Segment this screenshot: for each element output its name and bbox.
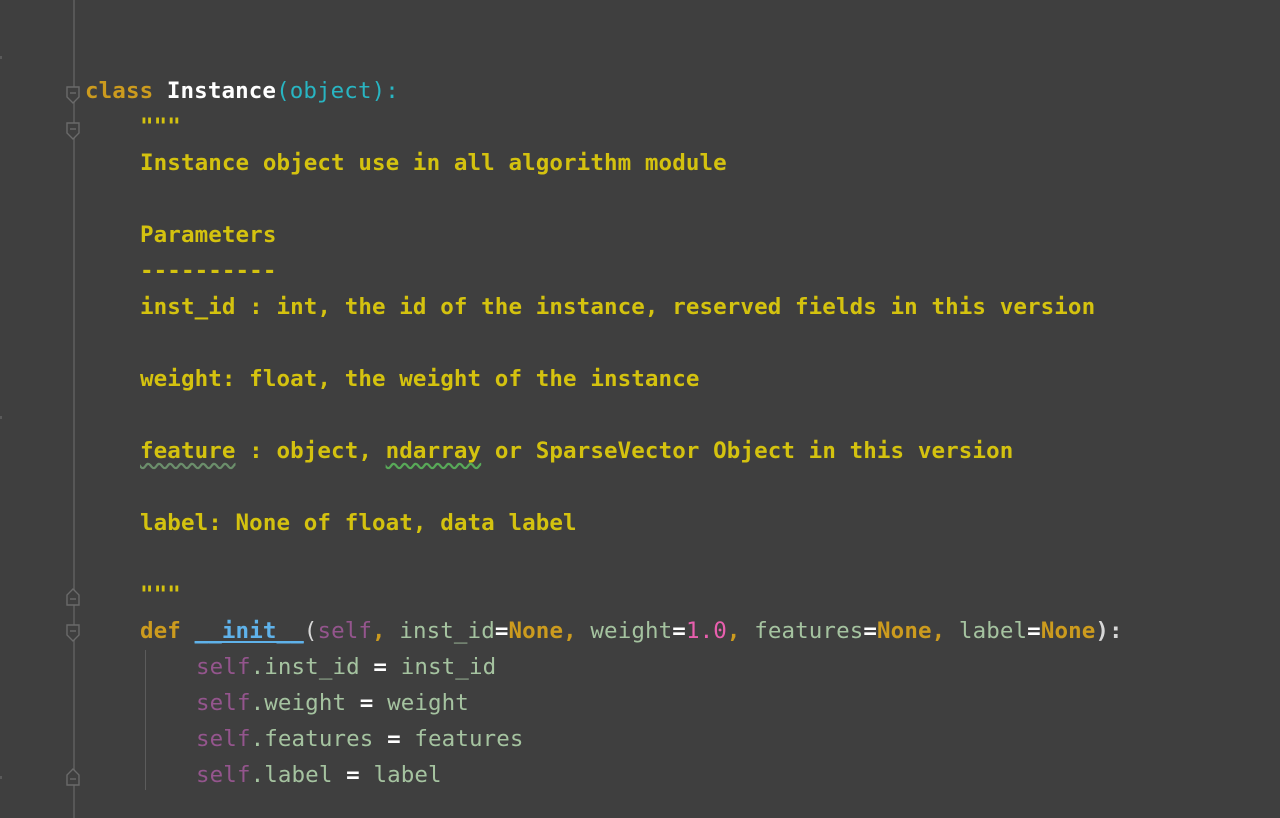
typo-ndarray: ndarray (385, 438, 482, 464)
keyword-def: def (140, 618, 181, 644)
default-none: None (877, 618, 932, 644)
base-class: object (289, 78, 372, 104)
attribute: .weight (250, 690, 347, 716)
attribute: .label (250, 762, 333, 788)
docstring-label[interactable]: label: None of float, data label (140, 505, 577, 541)
paren-close: ): (371, 78, 399, 104)
docstring-feature-rest: or SparseVector Object in this version (481, 438, 1014, 464)
docstring-close[interactable]: """ (140, 577, 181, 613)
fold-open-icon[interactable] (66, 122, 80, 140)
param-weight: weight (590, 618, 673, 644)
docstring-open[interactable]: """ (140, 109, 181, 145)
docstring-feature-mid: : object, (235, 438, 386, 464)
indent-guide (145, 650, 146, 790)
docstring-weight[interactable]: weight: float, the weight of the instanc… (140, 361, 700, 397)
docstring-params-header[interactable]: Parameters (140, 217, 276, 253)
docstring-summary[interactable]: Instance object use in all algorithm mod… (140, 145, 727, 181)
self-param: self (317, 618, 373, 644)
comma: , (726, 618, 755, 644)
code-line-def[interactable]: def __init__(self, inst_id=None, weight=… (140, 613, 1123, 649)
equals: = (494, 618, 509, 644)
paren-close: ): (1095, 618, 1123, 644)
comma: , (931, 618, 959, 644)
rhs-value: label (373, 762, 442, 788)
keyword-class: class (85, 78, 154, 104)
self-ref: self (196, 654, 251, 680)
paren-open: ( (276, 78, 290, 104)
param-label: label (958, 618, 1028, 644)
function-name: __init__ (194, 618, 304, 644)
comma: , (372, 618, 400, 644)
code-line-assign[interactable]: self.inst_id = inst_id (196, 649, 496, 685)
param-features: features (754, 618, 864, 644)
docstring-inst-id[interactable]: inst_id : int, the id of the instance, r… (140, 289, 1095, 325)
code-line-assign[interactable]: self.weight = weight (196, 685, 469, 721)
attribute: .inst_id (250, 654, 360, 680)
self-ref: self (196, 762, 251, 788)
fold-open-icon[interactable] (66, 86, 80, 104)
code-line-assign[interactable]: self.label = label (196, 757, 442, 793)
scroll-marker (0, 776, 2, 779)
fold-close-icon[interactable] (66, 588, 80, 606)
typo-feature: feature (140, 438, 236, 464)
fold-open-icon[interactable] (66, 624, 80, 642)
class-name: Instance (166, 78, 277, 104)
scroll-marker (0, 416, 2, 419)
default-none: None (508, 618, 564, 644)
self-ref: self (196, 690, 251, 716)
equals: = (1027, 618, 1041, 644)
assign-op: = (332, 762, 374, 788)
rhs-value: features (414, 726, 524, 752)
scroll-marker (0, 56, 2, 59)
assign-op: = (359, 654, 401, 680)
equals: = (863, 618, 878, 644)
assign-op: = (373, 726, 415, 752)
attribute: .features (250, 726, 374, 752)
self-ref: self (196, 726, 251, 752)
comma: , (563, 618, 591, 644)
default-number: 1.0 (685, 618, 727, 644)
equals: = (672, 618, 686, 644)
code-line-assign[interactable]: self.features = features (196, 721, 524, 757)
docstring-feature[interactable]: feature : object, ndarray or SparseVecto… (140, 433, 1013, 469)
code-line-class[interactable]: class Instance(object): (85, 73, 399, 109)
assign-op: = (346, 690, 388, 716)
paren-open: ( (303, 618, 318, 644)
default-none: None (1040, 618, 1096, 644)
rhs-value: weight (387, 690, 469, 716)
param-inst-id: inst_id (399, 618, 495, 644)
docstring-params-rule[interactable]: ---------- (140, 253, 276, 289)
fold-close-icon[interactable] (66, 768, 80, 786)
rhs-value: inst_id (400, 654, 497, 680)
